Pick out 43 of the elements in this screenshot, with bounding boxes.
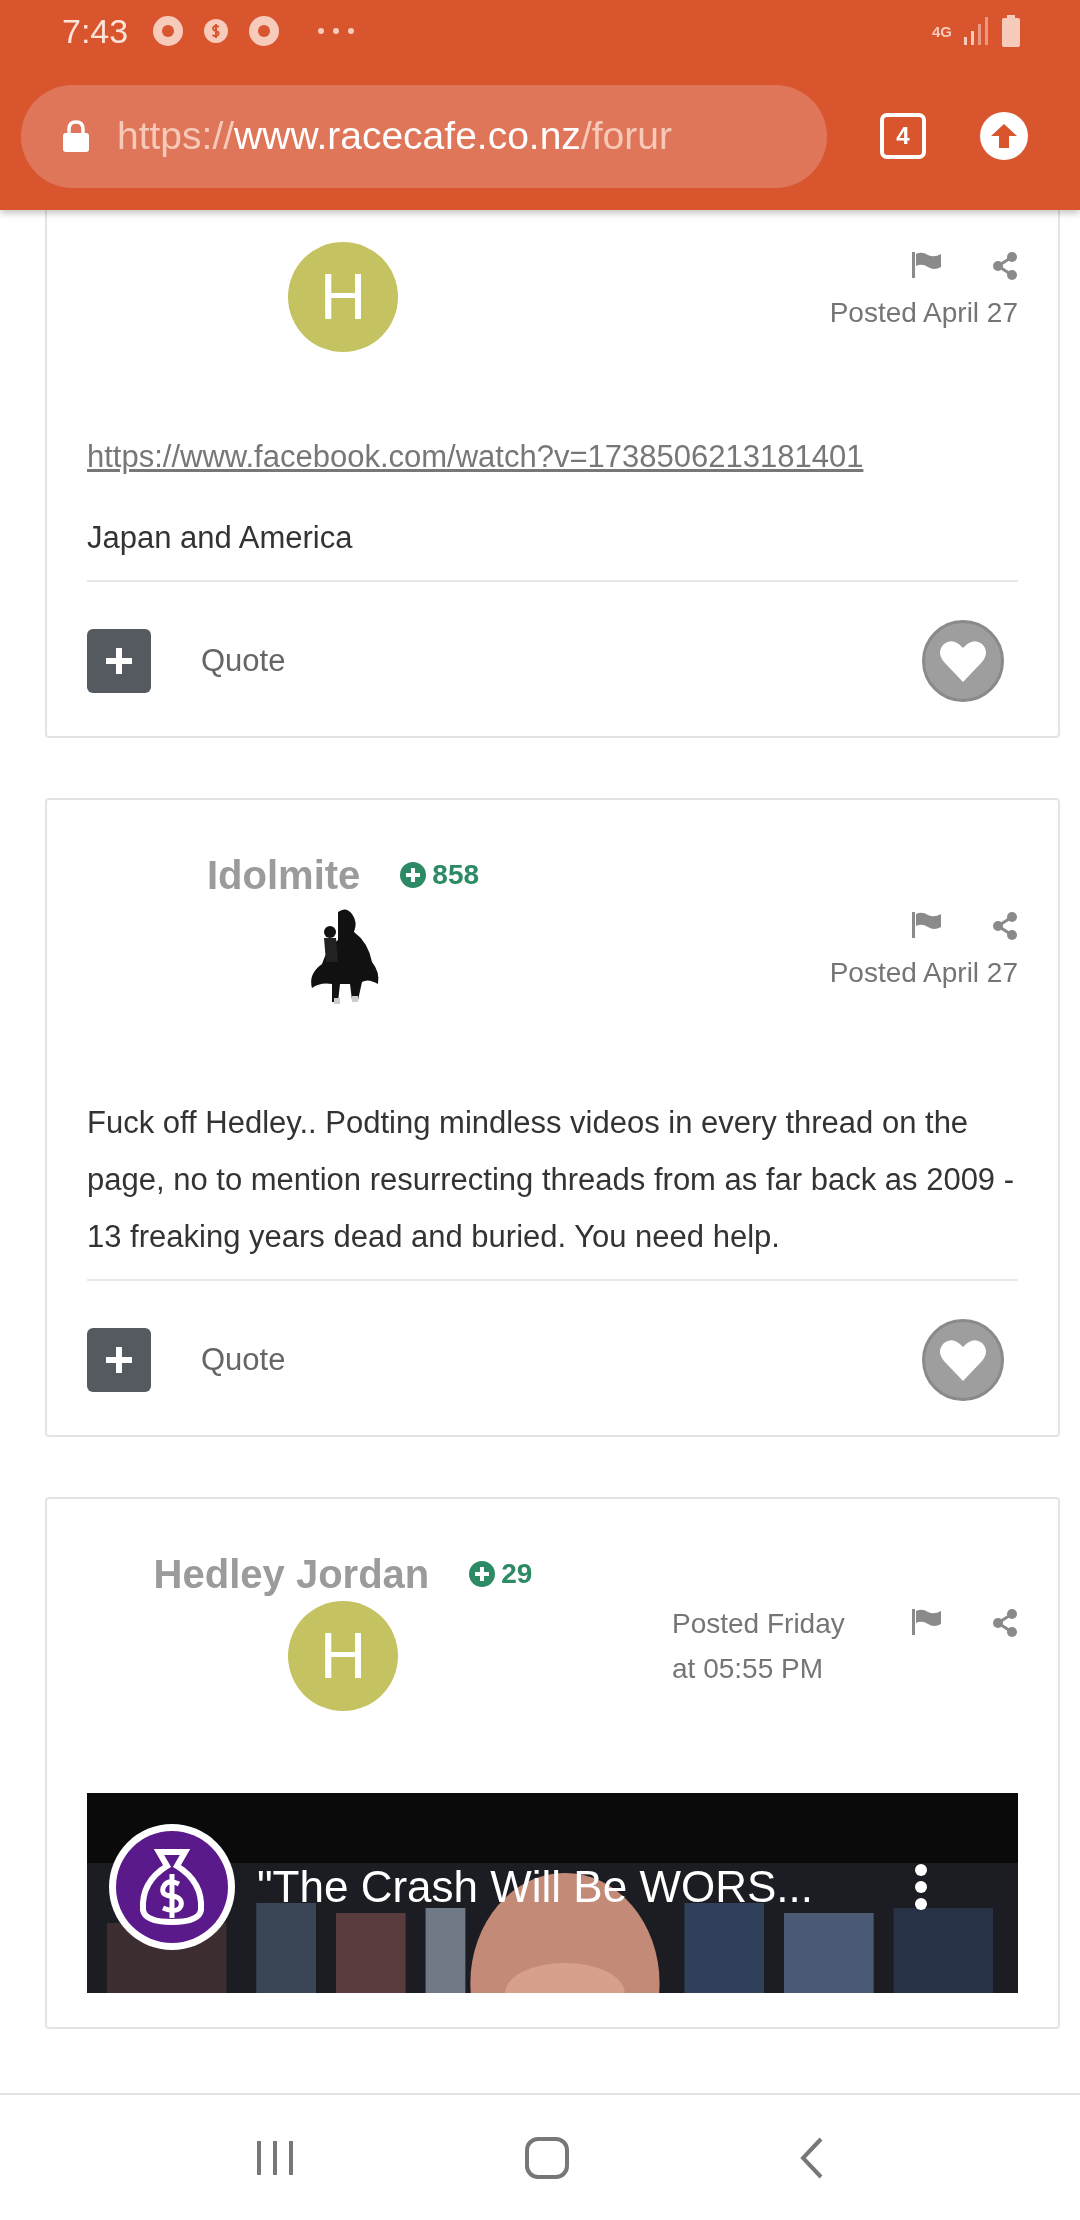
post-date: Posted April 27 — [829, 296, 1018, 330]
recent-apps-icon[interactable] — [255, 2138, 295, 2177]
post-date: Posted April 27 — [829, 956, 1018, 990]
heart-icon — [940, 1339, 986, 1381]
plus-circle-icon — [469, 1561, 496, 1587]
post-text: Japan and America — [87, 519, 354, 557]
author-name[interactable]: Hedley Jordan — [153, 1544, 430, 1604]
back-icon[interactable] — [799, 2136, 825, 2179]
signal-icon — [964, 17, 990, 45]
share-icon[interactable] — [992, 1609, 1018, 1637]
url-field[interactable]: https://www.racecafe.co.nz/forur — [21, 84, 827, 188]
heart-icon — [940, 640, 986, 682]
clock: 7:43 — [62, 10, 129, 52]
plus-icon — [106, 648, 132, 674]
upload-button[interactable] — [980, 112, 1028, 160]
dollar-icon — [204, 19, 229, 43]
arrow-up-icon — [991, 124, 1017, 148]
plus-icon — [106, 1347, 132, 1373]
home-icon[interactable] — [525, 2136, 569, 2179]
quote-button[interactable]: Quote — [201, 1336, 286, 1384]
reputation-count: 858 — [432, 858, 480, 892]
lock-icon — [63, 120, 89, 152]
tab-count-button[interactable]: 4 — [880, 113, 926, 159]
quote-button[interactable]: Quote — [201, 637, 286, 685]
add-button[interactable] — [87, 1328, 151, 1392]
battery-icon — [1002, 15, 1020, 47]
url-text: https://www.racecafe.co.nz/forur — [117, 112, 672, 159]
money-bag-icon[interactable] — [107, 1822, 237, 1952]
more-icon[interactable] — [914, 1863, 928, 1911]
flag-icon[interactable] — [912, 1609, 942, 1635]
reputation-count: 29 — [501, 1557, 533, 1591]
author-name[interactable]: Idolmite — [206, 845, 361, 905]
share-icon[interactable] — [992, 912, 1018, 940]
flag-icon[interactable] — [912, 252, 942, 278]
post-link[interactable]: https://www.facebook.com/watch?v=1738506213181401 — [87, 439, 864, 474]
plus-circle-icon — [400, 862, 427, 888]
post-date: Posted Friday at 05:55 PM — [672, 1607, 846, 1686]
network-type: 4G — [932, 23, 952, 39]
add-button[interactable] — [87, 629, 151, 693]
post-text: Fuck off Hedley.. Podting mindless videos in every thread on the page, no to mention resurrecting threads from as far back as 2009 - 13 freaking years dead and buried. You need help. — [87, 1104, 1016, 1256]
share-icon[interactable] — [992, 252, 1018, 280]
more-icon — [318, 28, 355, 34]
flag-icon[interactable] — [912, 912, 942, 938]
